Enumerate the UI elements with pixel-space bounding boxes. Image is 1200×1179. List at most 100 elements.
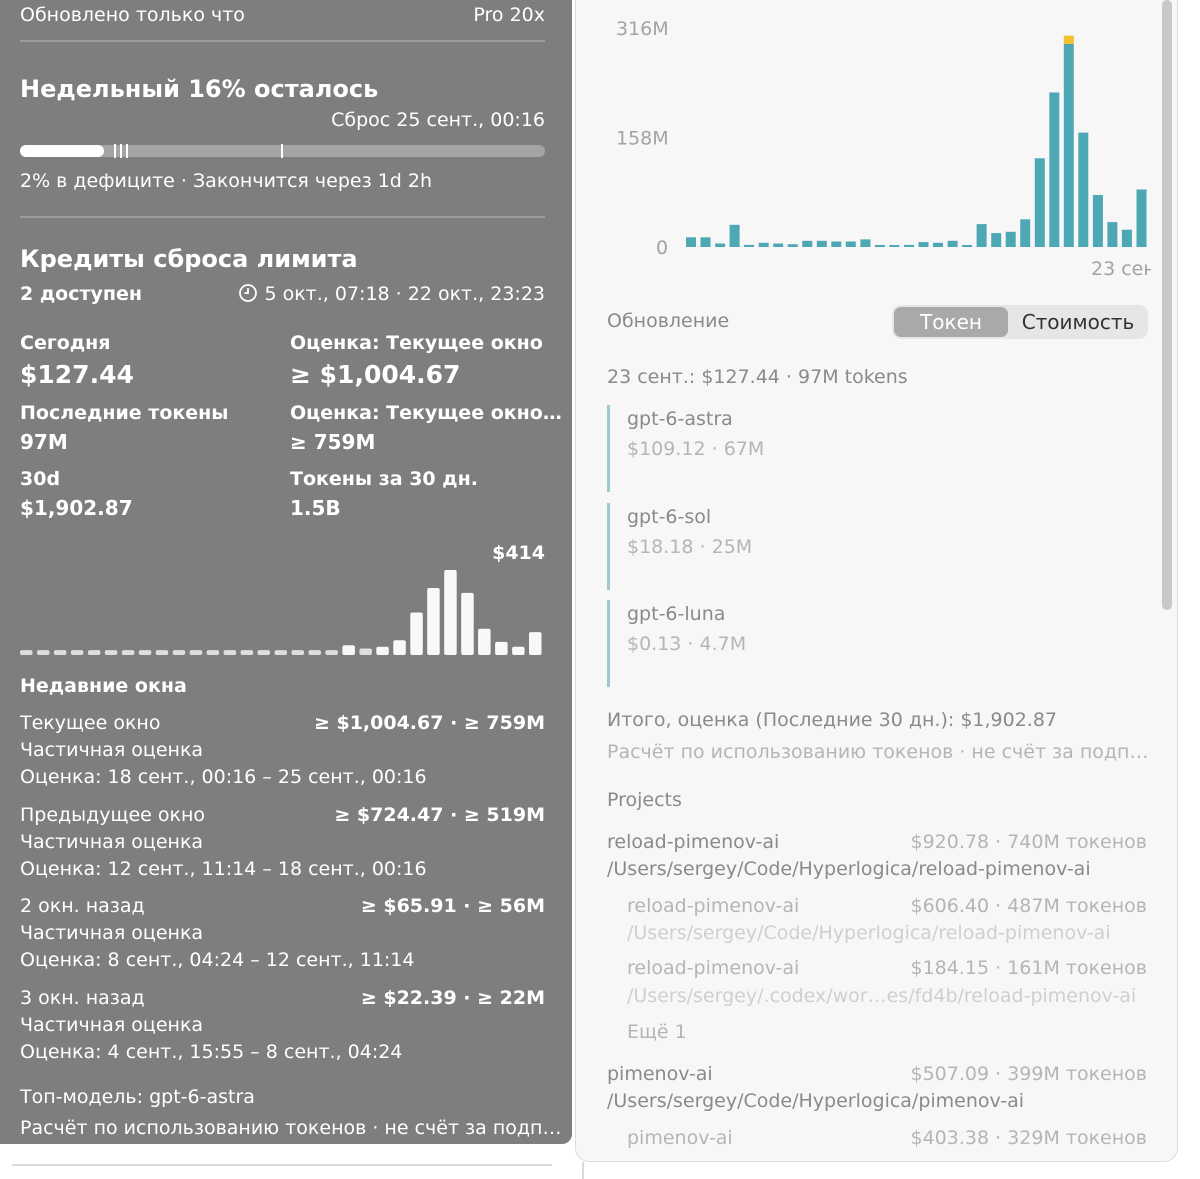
y-tick-label: 0	[656, 237, 668, 259]
mini-chart-bar	[308, 650, 321, 655]
weekly-reset: Сброс 25 сент., 00:16	[331, 109, 545, 131]
project-name[interactable]: reload-pimenov-ai	[627, 895, 799, 917]
mini-chart-bar	[359, 648, 372, 655]
toggle-cost[interactable]: Стоимость	[1010, 307, 1146, 337]
stat-value: 97M	[20, 430, 68, 454]
metric-toggle[interactable]: Токен Стоимость	[892, 305, 1148, 339]
chart-bar[interactable]	[918, 242, 929, 247]
day-summary: 23 сент.: $127.44 · 97M tokens	[607, 366, 908, 388]
stat-label: Оценка: Текущее окно…	[290, 402, 562, 424]
stat-value: $127.44	[20, 360, 134, 389]
mini-chart-bar	[223, 650, 237, 655]
projects-title: Projects	[607, 789, 682, 811]
chart-bar[interactable]	[1020, 219, 1031, 247]
mini-chart-bar	[121, 650, 135, 655]
project-path: /Users/sergey/Code/Hyperlogica/reload-pi…	[607, 858, 1091, 880]
divider	[12, 1164, 552, 1166]
chart-bar[interactable]	[715, 243, 726, 248]
window-name: 2 окн. назад	[20, 895, 145, 917]
mini-chart-bar	[495, 641, 508, 655]
stat-label: Токены за 30 дн.	[290, 468, 478, 490]
chart-bar[interactable]	[845, 241, 856, 248]
chart-bar[interactable]	[744, 244, 755, 247]
stat-value: $1,902.87	[20, 496, 133, 520]
stat-label: 30d	[20, 468, 61, 490]
model-name: gpt-6-astra	[627, 408, 733, 430]
mini-chart-bar	[70, 650, 84, 655]
mini-chart-bar	[274, 650, 287, 655]
project-name[interactable]: pimenov-ai	[627, 1127, 733, 1149]
chart-bar[interactable]	[1049, 92, 1060, 248]
y-tick-label: 316M	[616, 18, 669, 40]
recent-windows-title: Недавние окна	[20, 675, 187, 697]
updated-status: Обновлено только что	[20, 4, 245, 26]
chart-bar[interactable]	[1121, 229, 1132, 247]
chart-bar[interactable]	[787, 244, 798, 247]
credits-range-text: 5 окт., 07:18 · 22 окт., 23:23	[264, 283, 545, 305]
top-model: Топ-модель: gpt-6-astra	[20, 1086, 255, 1108]
project-name[interactable]: reload-pimenov-ai	[607, 831, 779, 853]
chart-bar[interactable]	[1136, 189, 1147, 248]
chart-bar[interactable]	[962, 245, 973, 247]
mini-chart-bar	[393, 640, 406, 655]
chart-bar[interactable]	[729, 224, 740, 247]
chart-bar[interactable]	[816, 240, 827, 247]
mini-chart-bar	[240, 650, 254, 655]
stat-value: ≥ 759M	[290, 430, 376, 454]
x-tick-label: 23 сен	[1091, 258, 1151, 280]
mini-chart-bar	[257, 650, 270, 655]
chart-bar[interactable]	[904, 244, 914, 247]
chart-bar[interactable]	[1092, 195, 1103, 247]
plan-badge: Pro 20x	[473, 4, 545, 26]
chart-bar[interactable]	[802, 240, 813, 247]
model-name: gpt-6-luna	[627, 603, 726, 625]
chart-bar[interactable]	[758, 242, 769, 247]
mini-chart-bar	[410, 612, 423, 655]
chart-bar[interactable]	[976, 224, 987, 247]
chart-bar[interactable]	[1063, 43, 1074, 248]
chart-bar[interactable]	[1107, 222, 1118, 247]
weekly-progress-fill	[20, 145, 104, 157]
chart-bar[interactable]	[1034, 158, 1045, 247]
usage-detail-panel[interactable]: 316M 158M 0 23 сен Обновление Токен Стоимос…	[575, 0, 1178, 1162]
progress-marker	[281, 144, 283, 158]
chart-bar[interactable]	[889, 245, 900, 247]
mini-chart-bar	[291, 650, 304, 655]
chart-bar[interactable]	[947, 240, 958, 247]
chart-bar[interactable]	[831, 241, 842, 248]
window-amount: ≥ $65.91 · ≥ 56M	[360, 895, 545, 917]
chart-bar[interactable]	[1078, 132, 1089, 247]
mini-chart-bar	[138, 650, 152, 655]
project-name[interactable]: reload-pimenov-ai	[627, 957, 799, 979]
y-tick-label: 158M	[616, 128, 669, 150]
project-name[interactable]: pimenov-ai	[607, 1063, 713, 1085]
project-path: /Users/sergey/Code/Hyperlogica/reload-pi…	[627, 922, 1111, 944]
window-amount: ≥ $1,004.67 · ≥ 759M	[313, 712, 545, 734]
window-note: Частичная оценка	[20, 922, 204, 944]
chart-bar[interactable]	[933, 242, 943, 247]
chart-bar[interactable]	[860, 239, 871, 247]
stat-label: Сегодня	[20, 332, 111, 354]
chart-bar[interactable]	[1005, 231, 1016, 247]
chart-bar[interactable]	[700, 237, 711, 247]
chart-bar[interactable]	[686, 237, 696, 247]
model-accent-bar	[607, 405, 610, 492]
project-amount: $606.40 · 487M токенов	[910, 895, 1148, 917]
project-amount: $184.15 · 161M токенов	[910, 957, 1148, 979]
show-more-link[interactable]: Ещё 1	[627, 1021, 687, 1043]
usage-disclaimer: Расчёт по использованию токенов · не счё…	[607, 741, 1149, 763]
window-amount: ≥ $22.39 · ≥ 22M	[360, 987, 545, 1009]
progress-marker	[120, 144, 122, 158]
credits-title: Кредиты сброса лимита	[20, 245, 358, 273]
chart-bar[interactable]	[874, 245, 885, 247]
scrollbar[interactable]	[1162, 0, 1172, 610]
mini-chart-bar	[172, 650, 186, 655]
divider	[20, 40, 545, 42]
window-name: 3 окн. назад	[20, 987, 145, 1009]
window-note: Частичная оценка	[20, 739, 204, 761]
chart-bar[interactable]	[991, 233, 1002, 247]
usage-summary-panel: Обновлено только что Pro 20x Недельный 1…	[0, 0, 572, 1144]
credits-available: 2 доступен	[20, 283, 143, 305]
chart-bar[interactable]	[773, 243, 784, 248]
toggle-tokens[interactable]: Токен	[894, 307, 1008, 337]
